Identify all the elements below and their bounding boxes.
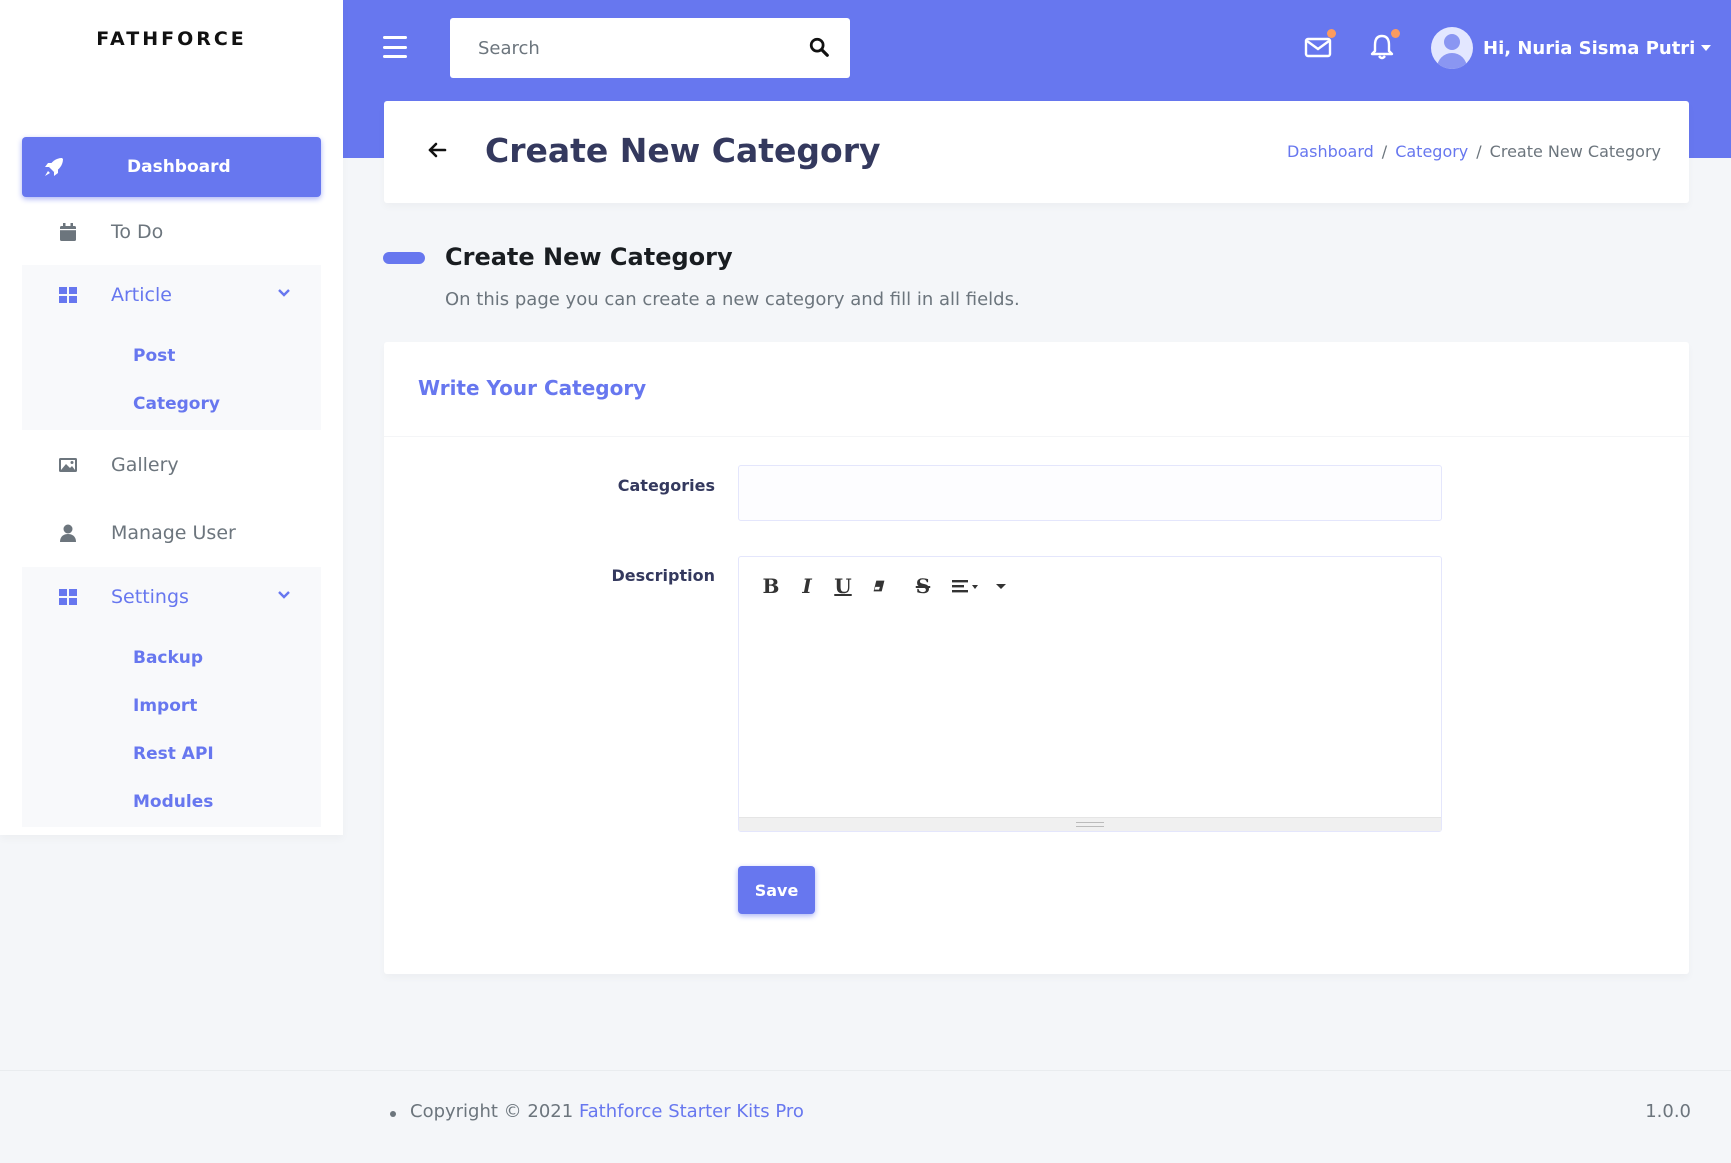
sidebar-item-article[interactable]: Article (22, 265, 321, 325)
mail-icon[interactable] (1303, 29, 1336, 62)
breadcrumb-dashboard[interactable]: Dashboard (1287, 142, 1374, 161)
menu-toggle-icon[interactable] (383, 36, 407, 58)
sidebar-subitem-modules[interactable]: Modules (133, 792, 213, 812)
section-title: Create New Category (445, 243, 733, 271)
chevron-down-icon (278, 289, 290, 297)
categories-label: Categories (617, 476, 715, 495)
editor-resize-handle[interactable] (739, 817, 1441, 831)
avatar (1431, 27, 1473, 69)
footer-bullet (390, 1111, 396, 1117)
footer-link[interactable]: Fathforce Starter Kits Pro (579, 1101, 804, 1122)
grid-icon (59, 287, 77, 303)
breadcrumb-separator: / (1381, 142, 1388, 161)
align-dropdown[interactable] (949, 571, 1009, 601)
sidebar-item-label: To Do (111, 221, 164, 243)
sidebar-item-label: Dashboard (127, 157, 231, 177)
card-title: Write Your Category (418, 376, 647, 400)
sidebar-item-label: Gallery (111, 454, 179, 476)
breadcrumb-separator: / (1476, 142, 1482, 161)
rocket-icon (45, 158, 63, 176)
breadcrumb-current: Create New Category (1489, 142, 1661, 161)
user-greeting: Hi, Nuria Sisma Putri (1483, 37, 1696, 59)
grid-icon (59, 589, 77, 605)
save-button[interactable]: Save (738, 866, 815, 914)
sidebar-subitem-post[interactable]: Post (133, 346, 175, 366)
section-header: Create New Category Dashboard / Category / C… (384, 101, 1689, 203)
bold-button[interactable]: B (753, 571, 789, 601)
breadcrumb-category[interactable]: Category (1395, 142, 1468, 161)
calendar-icon (60, 223, 76, 241)
footer: Copyright © 2021 Fathforce Starter Kits … (0, 1070, 1731, 1163)
brand-logo: FATHFORCE (96, 28, 247, 50)
mail-notification-dot (1327, 29, 1336, 38)
breadcrumb: Dashboard / Category / Create New Category (1287, 142, 1661, 161)
underline-button[interactable]: U (825, 571, 861, 601)
section-lead: On this page you can create a new catego… (445, 289, 1020, 310)
sidebar-subitem-import[interactable]: Import (133, 696, 197, 716)
sidebar-group-settings: Settings Backup Import Rest API Modules (22, 567, 321, 827)
bell-notification-dot (1391, 29, 1400, 38)
user-icon (60, 524, 76, 542)
card-header: Write Your Category (384, 342, 1689, 437)
user-dropdown[interactable]: Hi, Nuria Sisma Putri (1431, 26, 1712, 70)
bell-icon[interactable] (1367, 29, 1400, 62)
search-box (450, 18, 850, 78)
chevron-down-icon (278, 591, 290, 599)
back-arrow-icon[interactable] (426, 139, 448, 161)
strikethrough-button[interactable]: S (905, 571, 941, 601)
caret-down-icon (1701, 45, 1712, 51)
sidebar-subitem-rest-api[interactable]: Rest API (133, 744, 214, 764)
form-card: Write Your Category Categories Descripti… (384, 342, 1689, 974)
sidebar-item-gallery[interactable]: Gallery (22, 435, 321, 495)
categories-input[interactable] (738, 465, 1442, 521)
description-editor: B I U S (738, 556, 1442, 832)
copyright-text: Copyright © 2021 (410, 1101, 574, 1122)
editor-toolbar: B I U S (753, 571, 1009, 601)
caret-down-icon (996, 584, 1006, 589)
align-left-icon (952, 580, 978, 593)
page-title: Create New Category (485, 131, 881, 170)
sidebar-subitem-backup[interactable]: Backup (133, 648, 203, 668)
eraser-icon[interactable] (861, 571, 897, 601)
navbar-row: Hi, Nuria Sisma Putri (343, 0, 1731, 100)
version-number: 1.0.0 (1645, 1101, 1691, 1122)
footer-copyright: Copyright © 2021 Fathforce Starter Kits … (410, 1101, 804, 1122)
sidebar-item-settings[interactable]: Settings (22, 567, 321, 627)
sidebar-group-article: Article Post Category (22, 265, 321, 430)
italic-button[interactable]: I (789, 571, 825, 601)
editor-content-area[interactable] (739, 611, 1441, 811)
sidebar-item-manage-user[interactable]: Manage User (22, 503, 321, 563)
sidebar-item-todo[interactable]: To Do (22, 202, 321, 262)
search-icon[interactable] (808, 36, 830, 58)
sidebar-item-label: Manage User (111, 522, 236, 544)
description-label: Description (611, 566, 715, 585)
section-title-accent (383, 252, 425, 264)
sidebar-item-label: Article (111, 284, 172, 306)
sidebar: FATHFORCE Dashboard To Do Article Post C… (0, 0, 343, 835)
image-icon (59, 458, 77, 472)
sidebar-item-dashboard[interactable]: Dashboard (22, 137, 321, 197)
search-input[interactable] (450, 18, 790, 78)
sidebar-subitem-category[interactable]: Category (133, 394, 220, 414)
sidebar-item-label: Settings (111, 586, 189, 608)
